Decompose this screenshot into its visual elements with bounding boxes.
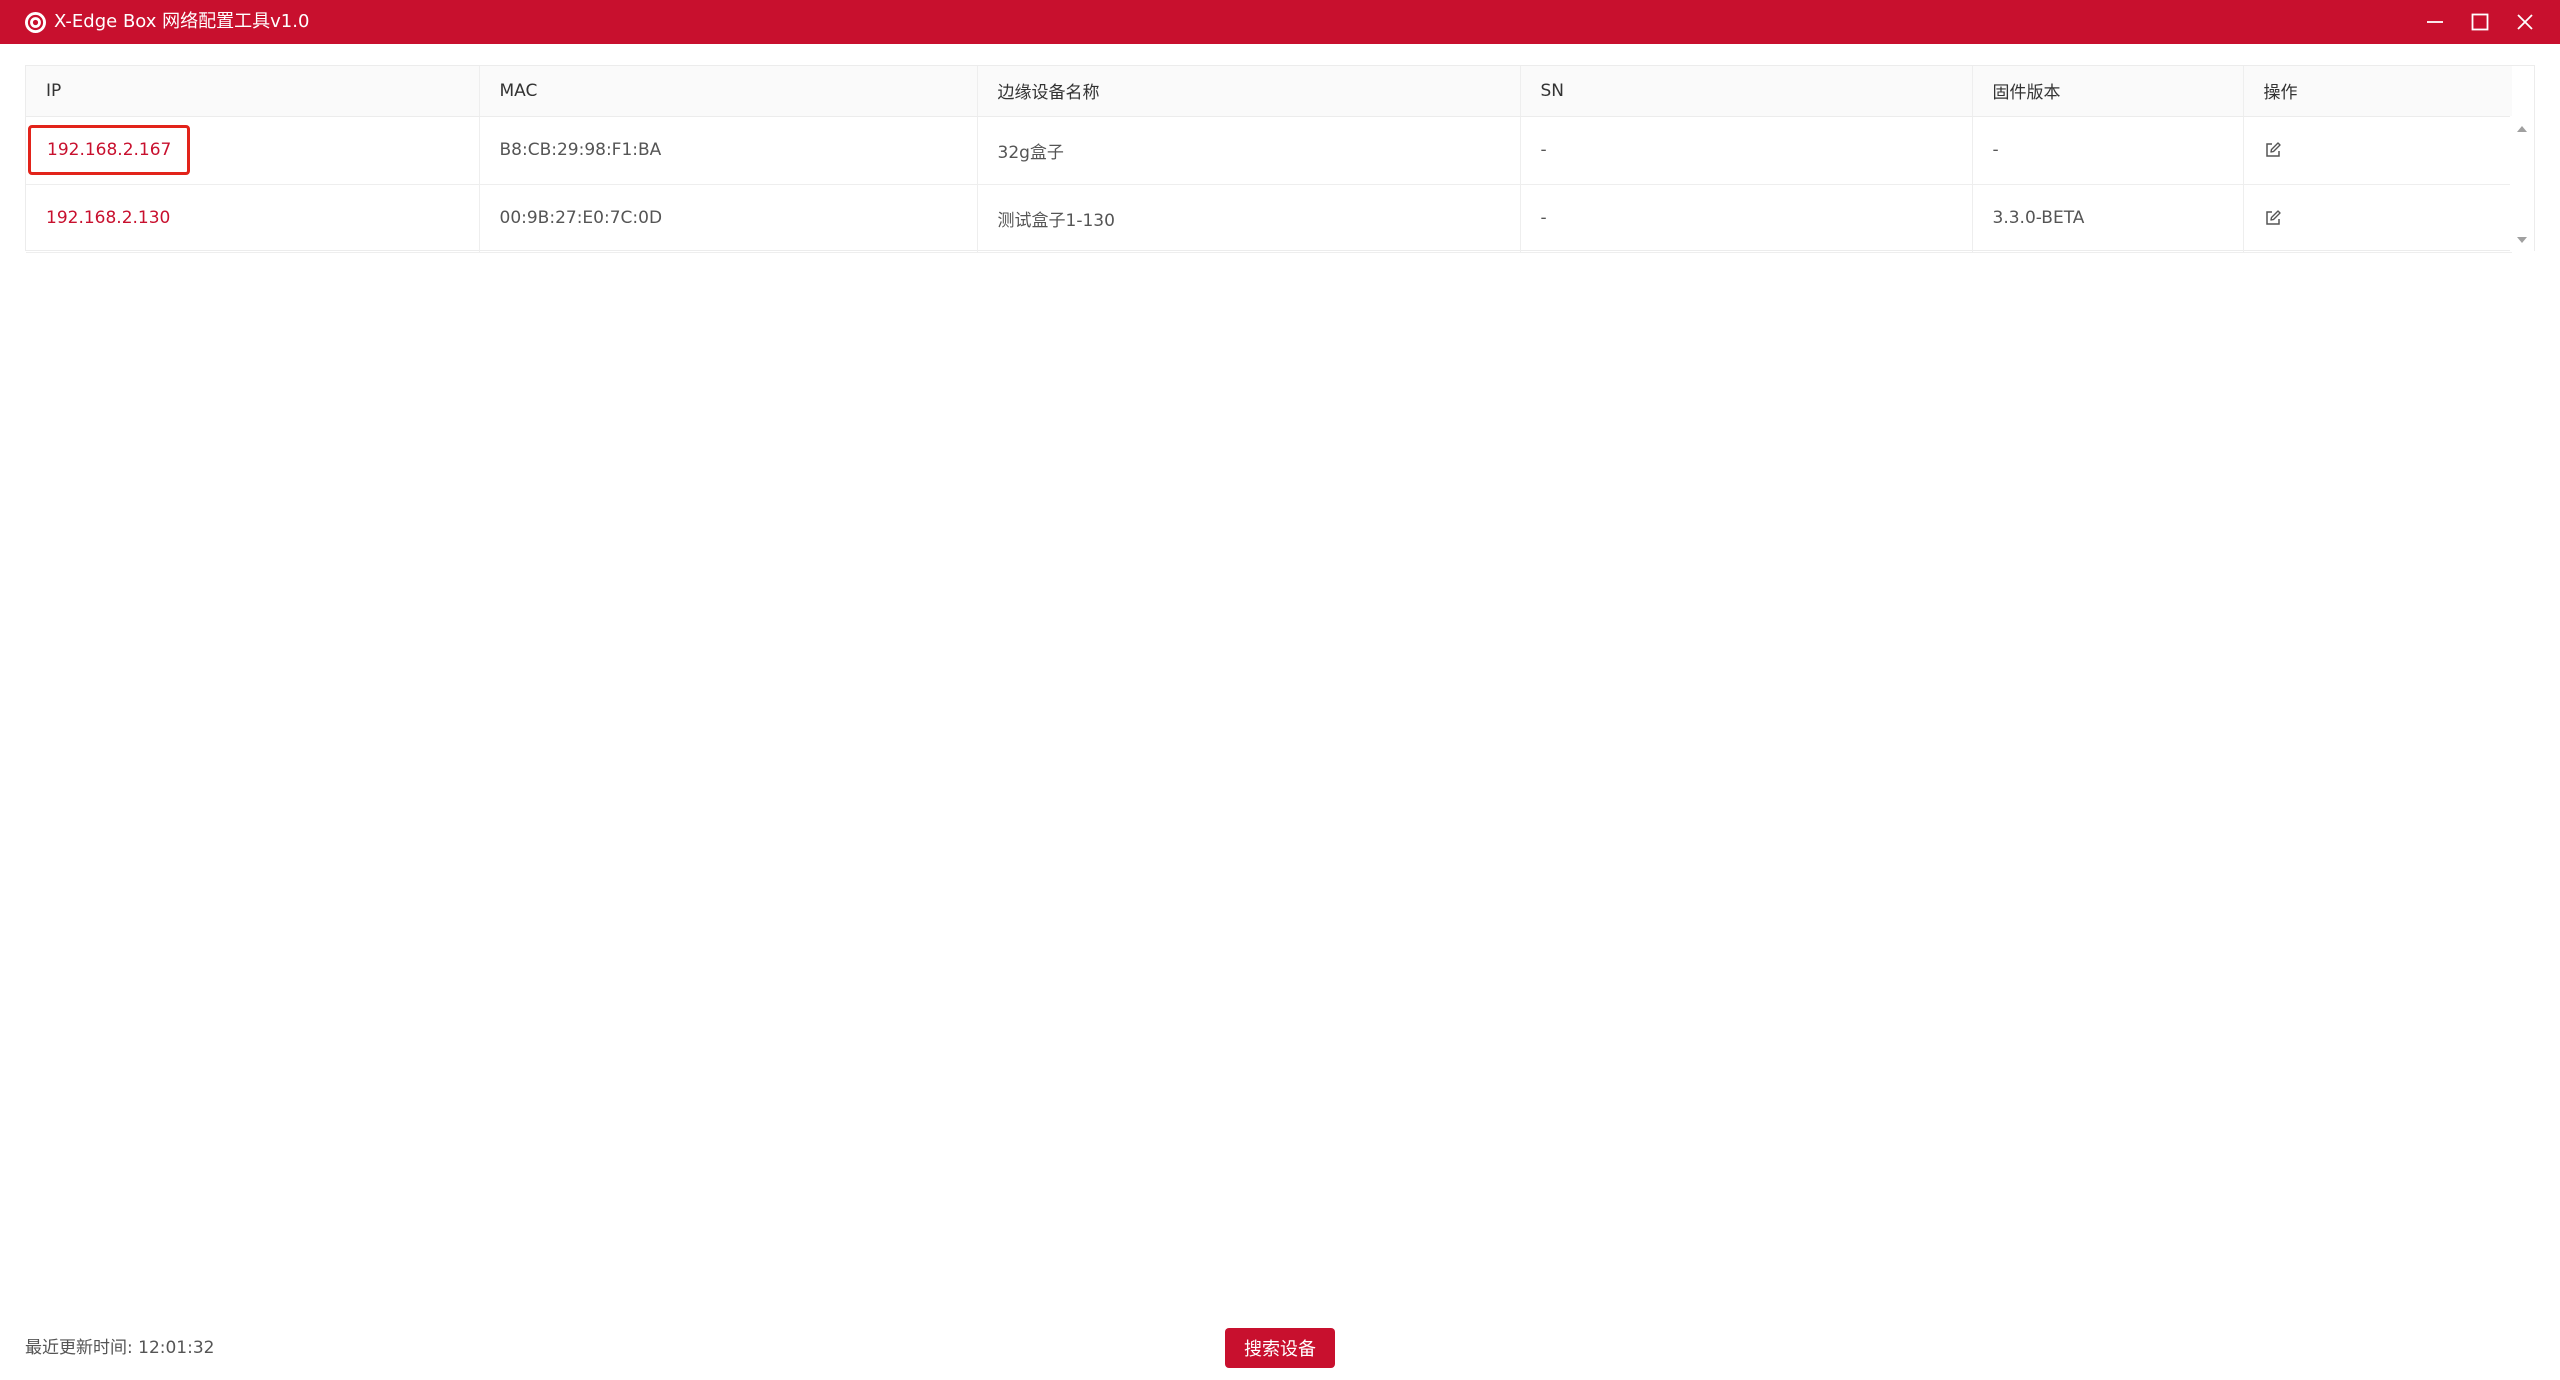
table-row: 192.168.2.130 00:9B:27:E0:7C:0D 测试盒子1-13… (26, 184, 2512, 253)
cell-ip: 192.168.2.130 (26, 184, 480, 253)
ip-highlight-box: 192.168.2.167 (28, 125, 191, 175)
maximize-icon (2471, 13, 2489, 31)
column-header-firmware: 固件版本 (1972, 66, 2244, 117)
minimize-button[interactable] (2418, 6, 2452, 38)
title-bar: X-Edge Box 网络配置工具v1.0 (0, 0, 2560, 44)
edit-icon[interactable] (2264, 209, 2282, 227)
cell-actions (2243, 184, 2512, 253)
app-logo-icon (24, 11, 47, 34)
cell-firmware: 3.3.0-BETA (1972, 184, 2244, 253)
ip-link[interactable]: 192.168.2.130 (46, 208, 170, 228)
cell-mac: B8:CB:29:98:F1:BA (479, 116, 978, 185)
cell-sn: - (1520, 116, 1973, 185)
cell-sn: - (1520, 184, 1973, 253)
device-table: IP MAC 边缘设备名称 SN 固件版本 操作 192.168.2.167 B… (26, 66, 2512, 253)
device-table-container: IP MAC 边缘设备名称 SN 固件版本 操作 192.168.2.167 B… (25, 65, 2535, 253)
column-header-ip: IP (26, 66, 480, 117)
cell-actions (2243, 116, 2512, 185)
column-header-device-name: 边缘设备名称 (977, 66, 1521, 117)
table-row: 192.168.2.167 B8:CB:29:98:F1:BA 32g盒子 - … (26, 116, 2512, 185)
cell-firmware: - (1972, 116, 2244, 185)
table-header-row: IP MAC 边缘设备名称 SN 固件版本 操作 (26, 66, 2512, 117)
column-header-sn: SN (1520, 66, 1973, 117)
cell-device-name: 测试盒子1-130 (977, 184, 1521, 253)
maximize-button[interactable] (2463, 6, 2497, 38)
search-devices-button[interactable]: 搜索设备 (1225, 1328, 1335, 1368)
close-button[interactable] (2508, 6, 2542, 38)
column-header-mac: MAC (479, 66, 978, 117)
table-scrollbar[interactable] (2510, 116, 2534, 251)
scroll-down-arrow-icon[interactable] (2517, 237, 2527, 243)
cell-device-name: 32g盒子 (977, 116, 1521, 185)
edit-icon[interactable] (2264, 141, 2282, 159)
close-icon (2517, 14, 2533, 30)
cell-ip: 192.168.2.167 (26, 116, 480, 185)
last-update-time: 最近更新时间: 12:01:32 (25, 1338, 215, 1358)
ip-link[interactable]: 192.168.2.167 (47, 140, 171, 160)
scroll-up-arrow-icon[interactable] (2517, 126, 2527, 132)
cell-mac: 00:9B:27:E0:7C:0D (479, 184, 978, 253)
minimize-icon (2427, 21, 2443, 23)
column-header-actions: 操作 (2243, 66, 2512, 117)
window-title: X-Edge Box 网络配置工具v1.0 (54, 11, 310, 32)
